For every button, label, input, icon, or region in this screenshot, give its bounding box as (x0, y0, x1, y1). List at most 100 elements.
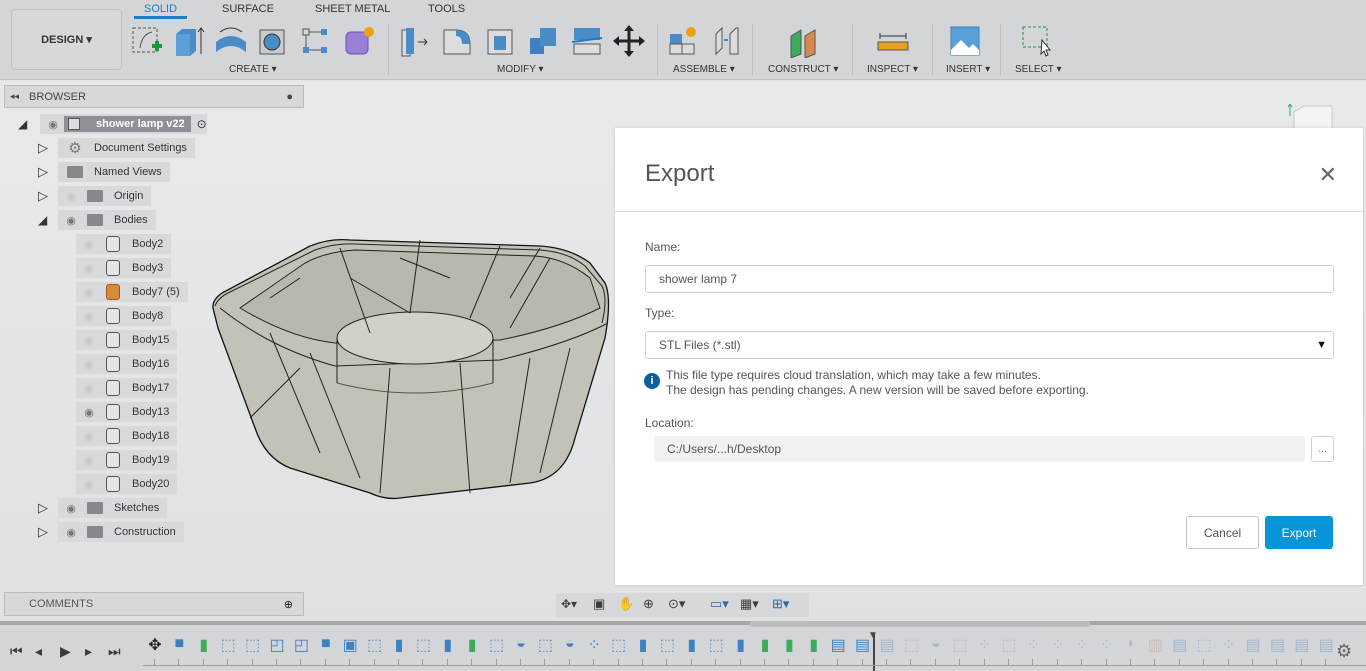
timeline-combine-icon[interactable]: ■ (316, 635, 336, 653)
orbit-icon[interactable]: ✥▾ (561, 597, 577, 611)
timeline-pattern-icon[interactable]: ⁘ (1097, 635, 1117, 655)
location-field[interactable]: C:/Users/...h/Desktop (654, 436, 1305, 462)
timeline-plane-icon[interactable]: ▮ (462, 635, 482, 655)
browser-root[interactable]: ◢ ◉ shower lamp v22 ⊙ (18, 114, 207, 134)
timeline-split-icon[interactable]: ▤ (828, 635, 848, 655)
eye-hidden-icon[interactable]: ◉ (78, 262, 100, 275)
timeline-extrude-icon[interactable]: ▮ (682, 635, 702, 655)
browser-item[interactable]: ◉ Body19 (76, 450, 178, 470)
browser-item[interactable]: ◉ Body15 (76, 330, 178, 350)
modify-menu[interactable]: MODIFY ▾ (497, 64, 544, 75)
browser-item[interactable]: ◉ Body20 (76, 474, 178, 494)
revolve-icon[interactable] (214, 24, 248, 58)
browser-item[interactable]: ▷ ⚙ Document Settings (38, 138, 195, 158)
tab-tools[interactable]: TOOLS (428, 3, 465, 15)
step-back-icon[interactable]: ◂ (35, 643, 42, 660)
go-to-start-icon[interactable]: ⏮ (10, 643, 23, 660)
split-body-icon[interactable] (570, 24, 604, 58)
zoom-window-icon[interactable]: ⊕ (643, 596, 654, 612)
insert-menu[interactable]: INSERT ▾ (946, 64, 990, 75)
timeline-split-icon[interactable]: ▤ (1316, 635, 1336, 655)
eye-hidden-icon[interactable]: ◉ (78, 310, 100, 323)
timeline-extrude-icon[interactable]: ▮ (438, 635, 458, 655)
eye-icon[interactable]: ◉ (60, 526, 82, 539)
timeline-sketch-icon[interactable]: ⬚ (950, 635, 970, 655)
eye-hidden-icon[interactable]: ◉ (78, 334, 100, 347)
eye-hidden-icon[interactable]: ◉ (78, 430, 100, 443)
timeline-plane-icon[interactable]: ▮ (755, 635, 775, 655)
timeline-sketch-icon[interactable]: ⬚ (706, 635, 726, 655)
timeline-pattern-icon[interactable]: ⁘ (1219, 635, 1239, 655)
minimize-icon[interactable]: ● (286, 91, 293, 103)
timeline-split-icon[interactable]: ▤ (877, 635, 897, 655)
timeline-split-icon[interactable]: ▤ (1292, 635, 1312, 655)
browse-button[interactable]: ... (1311, 436, 1334, 462)
timeline-split-icon[interactable]: ▤ (1267, 635, 1287, 655)
eye-hidden-icon[interactable]: ◉ (78, 478, 100, 491)
select-window-icon[interactable] (1020, 24, 1054, 58)
browser-item[interactable]: ▷ ◉ Construction (38, 522, 184, 542)
eye-hidden-icon[interactable]: ◉ (78, 286, 100, 299)
timeline-pattern-icon[interactable]: ⁘ (1072, 635, 1092, 655)
view-cube[interactable] (1286, 100, 1336, 130)
browser-item[interactable]: ◉ Body13 (76, 402, 178, 422)
play-icon[interactable]: ▶ (60, 643, 71, 660)
timeline-sketch-icon[interactable]: ⬚ (999, 635, 1019, 655)
lamp-model[interactable] (210, 238, 615, 503)
press-pull-icon[interactable] (398, 24, 432, 58)
timeline-scrollbar[interactable] (750, 621, 1090, 627)
eye-icon[interactable]: ◉ (60, 214, 82, 227)
timeline-move-icon[interactable]: ✥ (145, 635, 165, 655)
browser-item[interactable]: ▷ ◉ Origin (38, 186, 152, 206)
browser-item[interactable]: ◉ Body8 (76, 306, 172, 326)
construct-menu[interactable]: CONSTRUCT ▾ (768, 64, 838, 75)
timeline-sketch-icon[interactable]: ⬚ (1194, 635, 1214, 655)
step-forward-icon[interactable]: ▸ (85, 643, 92, 660)
timeline-extrude-icon[interactable]: ▮ (731, 635, 751, 655)
shell-icon[interactable] (484, 24, 518, 58)
pan-icon[interactable]: ✋ (618, 596, 634, 612)
eye-icon[interactable]: ◉ (42, 118, 64, 131)
browser-header[interactable]: ◂◂ BROWSER ● (4, 85, 304, 108)
browser-item[interactable]: ◉ Body7 (5) (76, 282, 188, 302)
browser-item[interactable]: ◉ Body3 (76, 258, 172, 278)
timeline-split-icon[interactable]: ▤ (1170, 635, 1190, 655)
timeline-revolve-icon[interactable]: ◒ (926, 635, 946, 653)
close-icon[interactable]: ✕ (1319, 162, 1337, 188)
comments-panel[interactable]: COMMENTS ⊕ (4, 592, 304, 616)
collapsed-triangle-icon[interactable]: ▷ (38, 188, 58, 204)
pattern-icon[interactable] (298, 24, 332, 58)
inspect-menu[interactable]: INSPECT ▾ (867, 64, 918, 75)
combine-icon[interactable] (526, 24, 560, 58)
hole-icon[interactable] (256, 24, 290, 58)
timeline-plane-icon[interactable]: ▮ (194, 635, 214, 655)
expanded-triangle-icon[interactable]: ◢ (18, 117, 40, 131)
tab-solid[interactable]: SOLID (133, 3, 188, 19)
eye-hidden-icon[interactable]: ◉ (78, 358, 100, 371)
create-sketch-icon[interactable] (130, 24, 164, 58)
timeline-split-icon[interactable]: ▤ (1243, 635, 1263, 655)
cancel-button[interactable]: Cancel (1186, 516, 1259, 549)
fillet-icon[interactable] (440, 24, 474, 58)
timeline-shell-icon[interactable]: ◰ (267, 635, 287, 655)
move-copy-icon[interactable] (612, 24, 646, 58)
eye-icon[interactable]: ◉ (60, 502, 82, 515)
timeline-sketch-icon[interactable]: ⬚ (218, 635, 238, 655)
timeline-box-icon[interactable]: ▣ (340, 635, 360, 655)
eye-hidden-icon[interactable]: ◉ (78, 382, 100, 395)
extrude-icon[interactable] (172, 24, 206, 58)
joint-icon[interactable] (710, 24, 744, 58)
timeline-shell-icon[interactable]: ◰ (291, 635, 311, 655)
browser-item[interactable]: ▷ ◉ Sketches (38, 498, 168, 518)
timeline-sketch-icon[interactable]: ⬚ (535, 635, 555, 655)
timeline-revolve-icon[interactable]: ◒ (511, 635, 531, 653)
go-to-end-icon[interactable]: ⏭ (108, 643, 121, 660)
settings-gear-icon[interactable]: ⚙ (1336, 641, 1352, 662)
eye-hidden-icon[interactable]: ◉ (78, 238, 100, 251)
timeline-sketch-icon[interactable]: ⬚ (365, 635, 385, 655)
collapsed-triangle-icon[interactable]: ▷ (38, 140, 58, 156)
timeline-patch-icon[interactable]: ◗ (1121, 635, 1141, 653)
browser-item[interactable]: ◉ Body16 (76, 354, 178, 374)
timeline-combine-icon[interactable]: ■ (169, 635, 189, 653)
browser-item[interactable]: ◢ ◉ Bodies (38, 210, 156, 230)
